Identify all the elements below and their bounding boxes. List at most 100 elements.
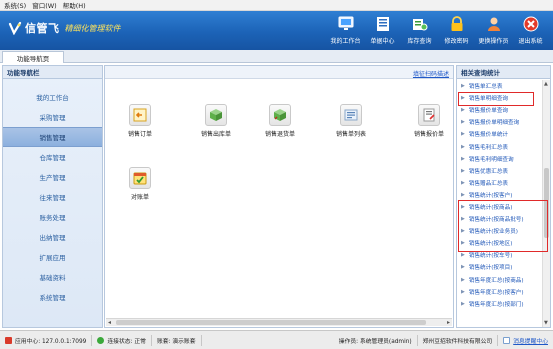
vertical-scrollbar[interactable]: ▲ ▼ <box>542 80 550 327</box>
related-queries-list: ▶ 销售单汇总表 ▶ 销售单明细查询 ▶ 销售报价单查询 ▶ 销售报价单明细查询 ▶ 销售… <box>457 80 543 310</box>
query-item-label: 销售优惠汇总表 <box>468 168 509 175</box>
query-item-label: 销售统计(按商品) <box>468 204 513 211</box>
sales-order-button[interactable]: 销售订单 <box>122 104 158 138</box>
nav-item-basic-data[interactable]: 基础资料 <box>3 267 102 287</box>
change-password-button[interactable]: 修改密码 <box>438 13 475 49</box>
query-item-label: 销售统计(按业务员) <box>468 229 518 236</box>
query-item[interactable]: ▶ 销售统计(按商品批号) <box>457 213 543 225</box>
menu-window[interactable]: 窗口(W) <box>32 0 57 10</box>
statement-label: 对账单 <box>130 194 149 201</box>
status-account-text: 账套: 演示账套 <box>156 338 196 345</box>
exit-label: 退出系统 <box>518 38 543 45</box>
sales-return-button[interactable]: 销售退货单 <box>262 104 298 138</box>
nav-header: 功能导航栏 <box>3 66 102 79</box>
switch-operator-button[interactable]: 更换操作员 <box>475 13 512 49</box>
nav-item-accounts[interactable]: 往来管理 <box>3 187 102 207</box>
nav-item-warehouse[interactable]: 仓库管理 <box>3 147 102 167</box>
scroll-down-icon[interactable]: ▼ <box>544 320 548 326</box>
exit-button[interactable]: 退出系统 <box>512 13 549 49</box>
nav-item-sales[interactable]: 销售管理 <box>3 127 102 147</box>
sales-outbound-icon <box>205 104 227 126</box>
vertical-scroll-thumb[interactable] <box>544 168 549 238</box>
query-item[interactable]: ▶ 销售年度汇总(按商品) <box>457 274 543 286</box>
query-item[interactable]: ▶ 销售年度汇总(按客户) <box>457 286 543 298</box>
message-center-text: 消息提醒中心 <box>513 338 548 345</box>
monitor-icon <box>337 15 355 33</box>
nav-item-bookkeeping[interactable]: 账务处理 <box>3 207 102 227</box>
query-item-label: 销售统计(按客户) <box>468 192 513 199</box>
nav-item-purchase[interactable]: 采购管理 <box>3 107 102 127</box>
query-item[interactable]: ▶ 销售统计(按商品) <box>457 201 543 213</box>
scroll-up-icon[interactable]: ▲ <box>544 81 548 87</box>
query-item[interactable]: ▶ 销售单明细查询 <box>457 92 543 104</box>
query-item-label: 销售报价单明细查询 <box>468 120 520 127</box>
nav-item-system[interactable]: 系统管理 <box>3 287 102 307</box>
query-item[interactable]: ▶ 销售报价单查询 <box>457 104 543 116</box>
nav-item-workbench[interactable]: 我的工作台 <box>3 87 102 107</box>
stock-query-icon <box>411 15 429 33</box>
main-header-link[interactable]: 填征扫码描述 <box>413 69 449 78</box>
query-item-label: 销售赠品汇总表 <box>468 180 509 187</box>
query-item[interactable]: ▶ 销售统计(按业务员) <box>457 225 543 237</box>
lock-icon <box>448 15 466 33</box>
status-connection: 连接状态: 正常 <box>92 334 152 346</box>
related-queries-panel: 相关查询统计 ▶ 销售单汇总表 ▶ 销售单明细查询 ▶ 销售报价单查询 ▶ 销售报价单明… <box>456 65 551 328</box>
nav-item-cashier[interactable]: 出纳管理 <box>3 227 102 247</box>
query-item-label: 销售统计(按地区) <box>468 241 513 248</box>
triangle-right-icon: ▶ <box>461 228 465 235</box>
query-item[interactable]: ▶ 销售优惠汇总表 <box>457 165 543 177</box>
tab-function-nav[interactable]: 功能导航页 <box>2 51 64 63</box>
message-center-link[interactable]: 消息提醒中心 <box>498 335 553 346</box>
query-item[interactable]: ▶ 销售赠品汇总表 <box>457 177 543 189</box>
query-item[interactable]: ▶ 销售报价单统计 <box>457 128 543 140</box>
triangle-right-icon: ▶ <box>461 179 465 186</box>
related-queries-header: 相关查询统计 <box>457 66 550 79</box>
query-item[interactable]: ▶ 销售统计(按车号) <box>457 249 543 261</box>
horizontal-scroll-thumb[interactable] <box>116 320 426 325</box>
query-item[interactable]: ▶ 销售统计(按客户) <box>457 189 543 201</box>
sales-quote-button[interactable]: 销售报价单 <box>411 104 447 138</box>
horizontal-scrollbar[interactable]: ◂ ▸ <box>106 318 452 326</box>
triangle-right-icon: ▶ <box>461 288 465 295</box>
query-item[interactable]: ▶ 销售报价单明细查询 <box>457 116 543 128</box>
triangle-right-icon: ▶ <box>461 83 465 90</box>
sales-outbound-button[interactable]: 销售出库单 <box>198 104 234 138</box>
sales-list-button[interactable]: 销售单列表 <box>333 104 369 138</box>
nav-list: 我的工作台 采购管理 销售管理 仓库管理 生产管理 往来管理 账务处理 出纳管理… <box>3 79 102 307</box>
main-panel: 填征扫码描述 销售订单 销售出库单 销售退货单 销售单列表 销售报价单 对账单 … <box>104 65 454 328</box>
status-operator: 操作员: 系统管理员(admin) <box>334 334 418 346</box>
scroll-left-icon[interactable]: ◂ <box>108 319 111 326</box>
statement-button[interactable]: 对账单 <box>122 167 158 201</box>
scroll-right-icon[interactable]: ▸ <box>447 319 450 326</box>
sales-order-icon <box>129 104 151 126</box>
triangle-right-icon: ▶ <box>461 131 465 138</box>
app-center-icon <box>5 336 12 344</box>
status-app-center: 应用中心: 127.0.0.1:7099 <box>0 334 93 346</box>
nav-item-extensions[interactable]: 扩展应用 <box>3 247 102 267</box>
query-item-label: 销售报价单查询 <box>468 108 509 115</box>
menu-system[interactable]: 系统(S) <box>4 0 26 10</box>
status-app-center-text: 应用中心: 127.0.0.1:7099 <box>15 338 87 345</box>
status-company: 郑州豆招软件科技有限公司 <box>418 334 499 346</box>
nav-panel: 功能导航栏 我的工作台 采购管理 销售管理 仓库管理 生产管理 往来管理 账务处… <box>2 65 103 328</box>
workbench-button[interactable]: 我的工作台 <box>327 13 364 49</box>
query-item[interactable]: ▶ 销售统计(按地区) <box>457 237 543 249</box>
triangle-right-icon: ▶ <box>461 203 465 210</box>
document-center-button[interactable]: 单据中心 <box>364 13 401 49</box>
main-header: 填征扫码描述 <box>105 66 453 79</box>
triangle-right-icon: ▶ <box>461 264 465 271</box>
menu-help[interactable]: 帮助(H) <box>63 0 86 10</box>
query-item-label: 销售毛利明细查询 <box>468 156 514 163</box>
query-item[interactable]: ▶ 销售毛利明细查询 <box>457 153 543 165</box>
stock-query-button[interactable]: 库存查询 <box>401 13 438 49</box>
query-item[interactable]: ▶ 销售年度汇总(按部门) <box>457 298 543 310</box>
sales-list-icon <box>340 104 362 126</box>
nav-item-production[interactable]: 生产管理 <box>3 167 102 187</box>
query-item-label: 销售统计(按商品批号) <box>468 217 524 224</box>
query-item[interactable]: ▶ 销售统计(按项目) <box>457 261 543 273</box>
triangle-right-icon: ▶ <box>461 300 465 307</box>
status-operator-text: 操作员: 系统管理员(admin) <box>338 338 412 345</box>
query-item[interactable]: ▶ 销售毛利汇总表 <box>457 140 543 152</box>
query-item[interactable]: ▶ 销售单汇总表 <box>457 80 543 92</box>
workbench-label: 我的工作台 <box>330 38 361 45</box>
